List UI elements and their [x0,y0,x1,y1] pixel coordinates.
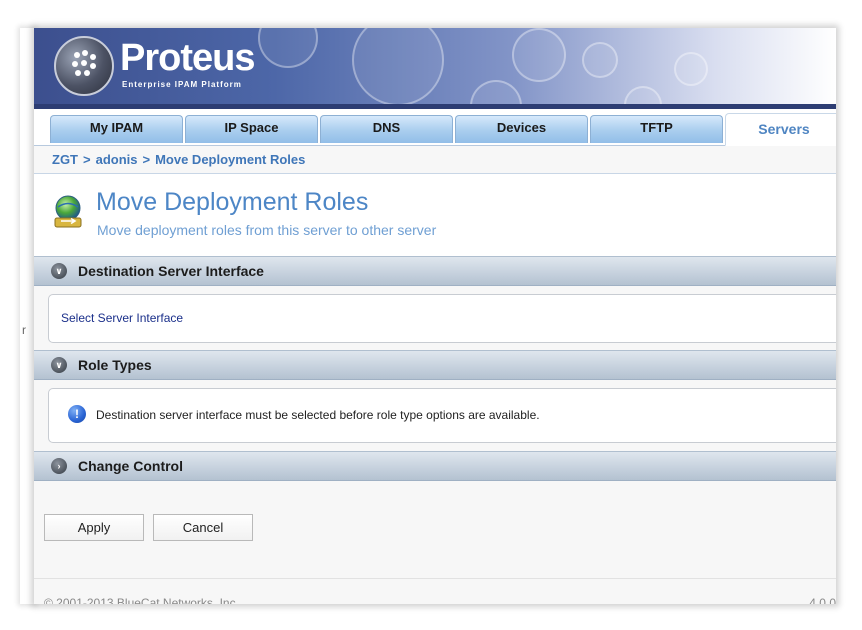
banner-decoration-bubble [352,28,444,104]
role-types-message: Destination server interface must be sel… [96,408,540,422]
breadcrumb-item-adonis[interactable]: adonis [96,152,138,167]
cancel-button[interactable]: Cancel [153,514,253,541]
section-header-role-types[interactable]: ∨ Role Types [34,350,836,380]
tab-ip-space[interactable]: IP Space [185,115,318,143]
footer-version: 4.0.0 [809,596,836,604]
banner-decoration-bubble [582,42,618,78]
section-panel-destination: Select Server Interface [48,294,836,343]
expand-chevron-icon[interactable]: › [51,458,67,474]
breadcrumb-item-current: Move Deployment Roles [155,152,306,167]
tab-my-ipam[interactable]: My IPAM [50,115,183,143]
tab-tftp[interactable]: TFTP [590,115,723,143]
tab-servers[interactable]: Servers [725,113,836,146]
logo-subtitle: Enterprise IPAM Platform [122,80,242,89]
collapse-chevron-icon[interactable]: ∨ [51,357,67,373]
collapse-chevron-icon[interactable]: ∨ [51,263,67,279]
section-panel-role-types: ! Destination server interface must be s… [48,388,836,443]
page-title: Move Deployment Roles [96,188,369,216]
banner-decoration-bubble [470,80,522,104]
banner-decoration-bubble [258,28,318,68]
section-header-change-control[interactable]: › Change Control [34,451,836,481]
section-title-destination: Destination Server Interface [78,263,264,279]
server-move-icon [54,195,82,228]
app-window: Proteus Enterprise IPAM Platform My IPAM… [34,28,836,604]
footer-divider [34,578,836,579]
banner-decoration-bubble [624,86,662,104]
logo-title: Proteus [120,37,255,79]
background-window-glyph: r [22,323,26,337]
footer-copyright: © 2001-2013 BlueCat Networks, Inc. [44,596,239,604]
page-subtitle: Move deployment roles from this server t… [97,222,437,238]
banner-decoration-bubble [674,52,708,86]
banner-decoration-bubble [512,28,566,82]
breadcrumb: ZGT > adonis > Move Deployment Roles [52,152,305,167]
apply-button[interactable]: Apply [44,514,144,541]
select-server-interface-link[interactable]: Select Server Interface [61,311,183,325]
logo-dots [70,50,98,78]
header-banner: Proteus Enterprise IPAM Platform [34,28,836,104]
screenshot-frame: r Proteus Enterprise IPAM Platform My IP… [0,0,862,630]
main-tab-bar: My IPAM IP Space DNS Devices TFTP Server… [34,109,836,146]
section-title-role-types: Role Types [78,357,152,373]
tab-dns[interactable]: DNS [320,115,453,143]
tab-devices[interactable]: Devices [455,115,588,143]
breadcrumb-separator: > [142,152,151,167]
section-title-change-control: Change Control [78,458,183,474]
breadcrumb-item-zgt[interactable]: ZGT [52,152,78,167]
section-header-destination[interactable]: ∨ Destination Server Interface [34,256,836,286]
background-window-edge [20,28,35,604]
info-icon: ! [68,405,86,423]
breadcrumb-separator: > [83,152,91,167]
page-header: Move Deployment Roles Move deployment ro… [34,174,836,256]
